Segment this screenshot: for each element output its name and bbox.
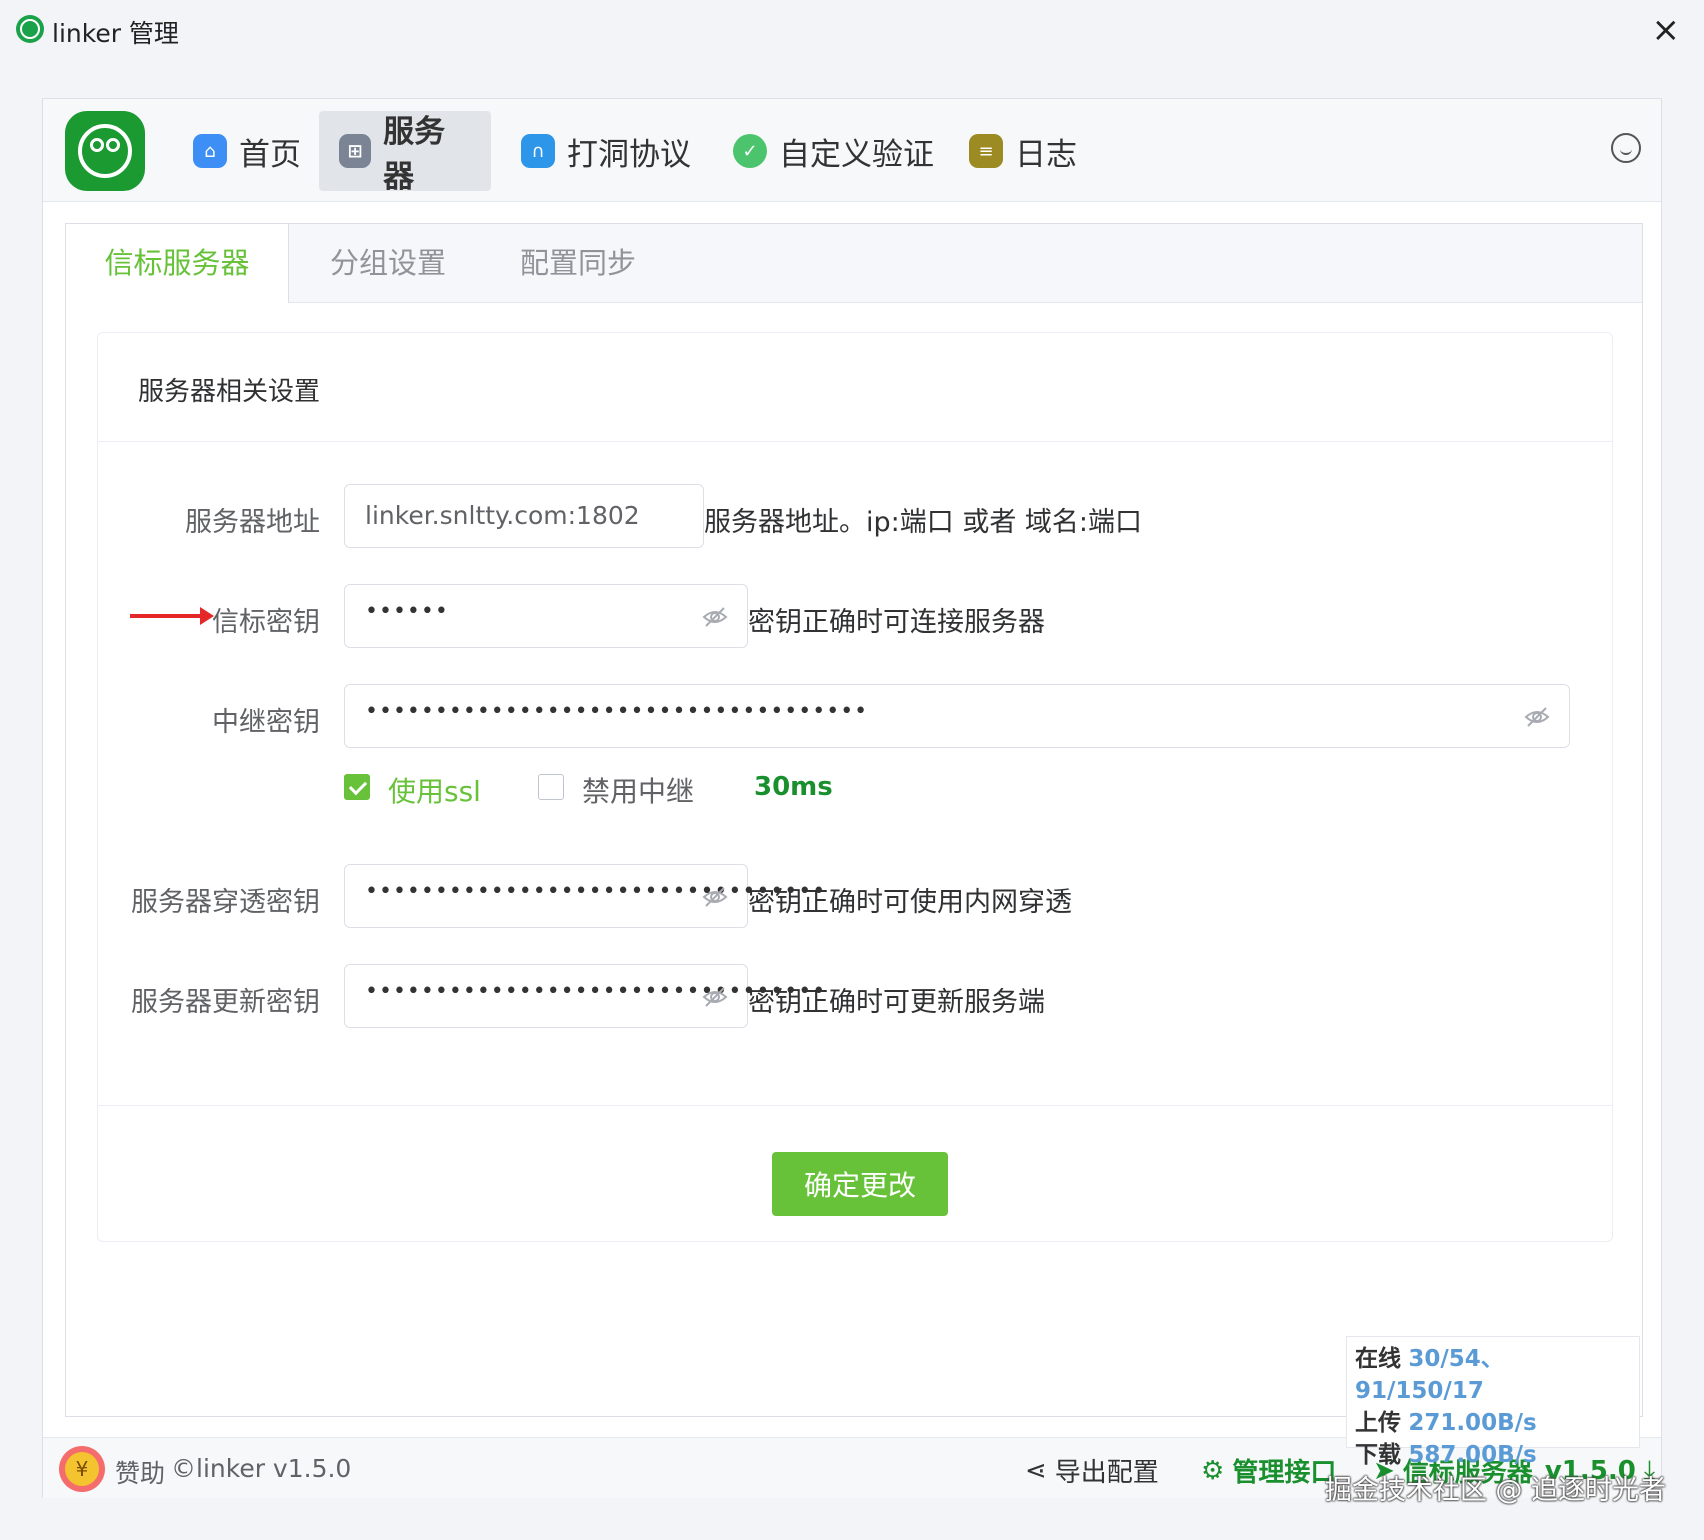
panel-footer: 确定更改 [98,1105,1612,1242]
tunnel-icon: ∩ [521,134,555,168]
donate-icon[interactable]: ¥ [59,1446,105,1492]
nav-label: 打洞协议 [567,136,691,173]
settings-tabs: 信标服务器 分组设置 配置同步 服务器相关设置 确定更改 [65,223,1643,1417]
donate-link[interactable]: 赞助 [115,1454,165,1490]
latency-value: 30ms [754,772,833,802]
update-key-input[interactable]: ••••••••••••••••••••••••••••••••• [344,964,825,1028]
relay-key-value: •••••••••••••••••••••••••••••••••••• [365,699,869,724]
disable-relay-label[interactable]: 禁用中继 [582,770,694,810]
server-icon: ⊞ [339,134,372,168]
export-config-label: 导出配置 [1054,1458,1159,1488]
export-config-button[interactable]: ⋖ 导出配置 [1025,1452,1159,1489]
disable-relay-checkbox[interactable] [538,774,564,800]
app-logo-icon [16,15,44,43]
nav-label: 首页 [239,136,301,173]
punch-key-label: 服务器穿透密钥 [131,887,320,918]
traffic-stats-panel: 在线 30/54、91/150/17 上传 271.00B/s 下载 587.0… [1346,1336,1640,1468]
nav-label: 日志 [1015,136,1077,173]
window-title-bar: linker 管理 × [0,0,1704,60]
relay-key-input[interactable]: •••••••••••••••••••••••••••••••••••• [344,684,1570,748]
app-frame: ⌂ 首页 ⊞ 服务器 ∩ 打洞协议 ✓ 自定义验证 ≡ 日志 信标服务器 分组设… [42,98,1662,1498]
close-icon[interactable]: × [1652,10,1681,50]
nav-item-home[interactable]: ⌂ 首页 [173,111,321,191]
watermark: 掘金技术社区 @ 追逐时光者 [1324,1475,1666,1506]
use-ssl-label[interactable]: 使用ssl [388,770,481,810]
server-address-input[interactable]: linker.snltty.com:1802 [344,484,704,548]
top-navigation: ⌂ 首页 ⊞ 服务器 ∩ 打洞协议 ✓ 自定义验证 ≡ 日志 [43,99,1661,202]
nav-item-custom-auth[interactable]: ✓ 自定义验证 [713,111,954,191]
nav-label: 自定义验证 [779,136,934,173]
log-icon: ≡ [969,134,1003,168]
home-icon: ⌂ [193,134,227,168]
beacon-key-value: •••••• [365,599,449,624]
use-ssl-checkbox[interactable] [344,774,370,800]
update-key-label: 服务器更新密钥 [131,987,320,1018]
theme-face-icon[interactable] [1611,133,1641,163]
nav-label: 服务器 [383,114,446,195]
beacon-key-label: 信标密钥 [212,607,320,638]
eye-hidden-icon[interactable] [1523,703,1551,731]
nav-item-punch-protocol[interactable]: ∩ 打洞协议 [501,111,711,191]
tab-beacon-server[interactable]: 信标服务器 [66,224,289,303]
download-label: 下载 [1355,1442,1401,1468]
confirm-button[interactable]: 确定更改 [772,1152,948,1216]
management-api-label: 管理接口 [1232,1458,1337,1488]
brand-logo-icon[interactable] [65,111,145,191]
online-label: 在线 [1355,1346,1401,1372]
server-address-value: linker.snltty.com:1802 [365,501,640,530]
panel-title: 服务器相关设置 [138,377,321,407]
nav-item-log[interactable]: ≡ 日志 [949,111,1097,191]
eye-hidden-icon[interactable] [701,603,729,631]
window-title: linker 管理 [52,19,179,48]
server-address-hint: 服务器地址。ip:端口 或者 域名:端口 [704,507,1142,538]
nav-item-server[interactable]: ⊞ 服务器 [319,111,491,195]
download-value: 587.00B/s [1408,1442,1537,1468]
gear-icon: ⚙ [1201,1455,1225,1486]
eye-hidden-icon[interactable] [701,883,729,911]
beacon-key-input[interactable]: •••••• [344,584,748,648]
update-key-hint: 密钥正确时可更新服务端 [748,987,1045,1018]
beacon-key-hint: 密钥正确时可连接服务器 [748,607,1045,638]
management-api-button[interactable]: ⚙ 管理接口 [1201,1452,1336,1489]
punch-key-input[interactable]: ••••••••••••••••••••••••••••••••• [344,864,825,928]
server-settings-panel: 服务器相关设置 确定更改 [97,332,1613,1242]
tab-group-settings[interactable]: 分组设置 [288,224,488,302]
shield-icon: ✓ [733,134,767,168]
upload-value: 271.00B/s [1408,1410,1537,1436]
eye-hidden-icon[interactable] [701,983,729,1011]
copyright-text: ©linker v1.5.0 [171,1454,352,1483]
panel-header: 服务器相关设置 [98,333,1612,442]
tab-bar: 信标服务器 分组设置 配置同步 [66,224,1642,303]
punch-key-hint: 密钥正确时可使用内网穿透 [748,887,1072,918]
yen-icon: ¥ [65,1452,99,1486]
relay-key-label: 中继密钥 [212,707,320,738]
upload-label: 上传 [1355,1410,1401,1436]
tab-config-sync[interactable]: 配置同步 [478,224,678,302]
server-address-label: 服务器地址 [185,507,320,538]
share-icon: ⋖ [1025,1455,1047,1486]
